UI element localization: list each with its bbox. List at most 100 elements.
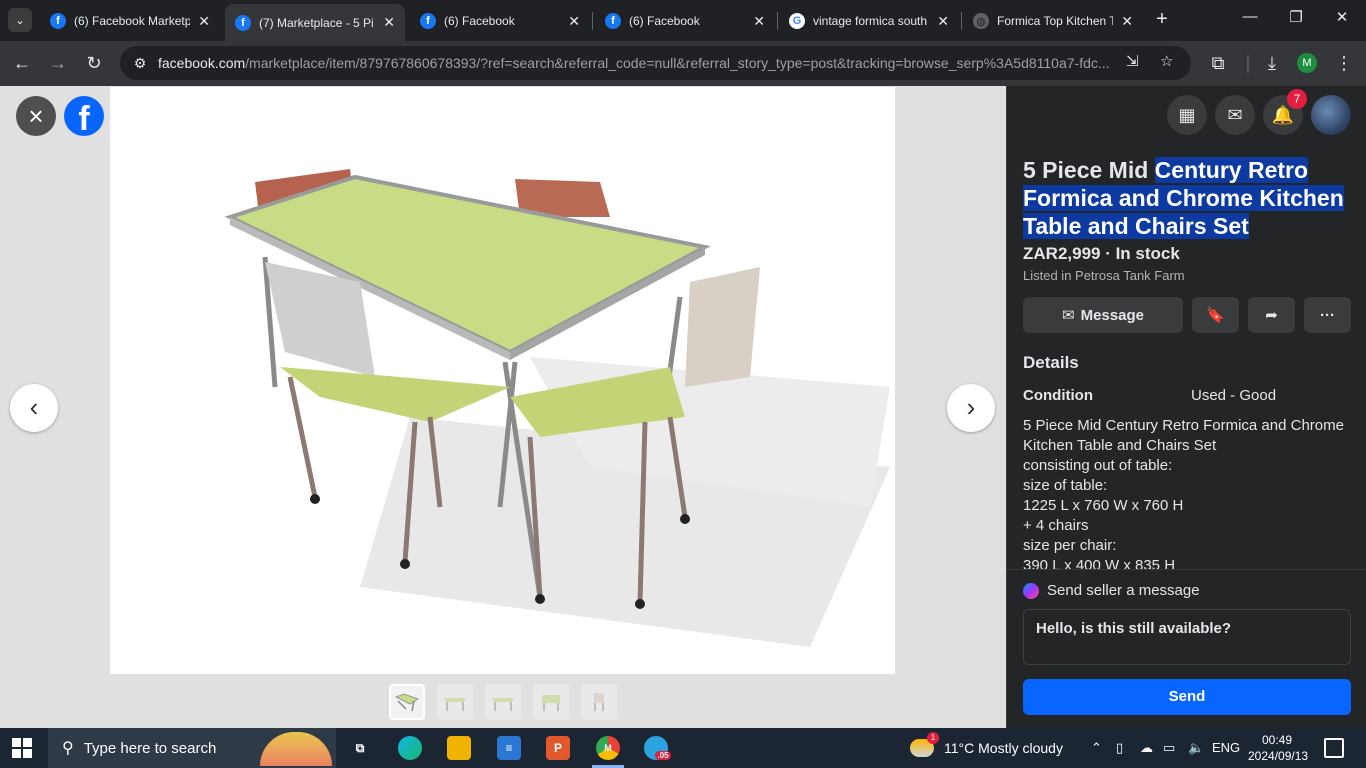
bookmark-icon: 🔖 (1206, 307, 1225, 324)
system-clock[interactable]: 00:49 2024/09/13 (1248, 732, 1308, 764)
chrome-menu-icon[interactable]: ⋮ (1332, 51, 1356, 75)
task-view-icon[interactable]: ⧉ (348, 736, 372, 760)
tab-label: (6) Facebook (629, 14, 700, 28)
telegram-icon[interactable]: .05 (644, 736, 671, 760)
facebook-icon: f (420, 13, 436, 29)
photo-thumbnail[interactable] (389, 684, 425, 720)
address-bar[interactable]: ⚙ facebook.com/marketplace/item/87976786… (120, 46, 1191, 80)
share-button[interactable]: ➦ (1248, 297, 1295, 333)
taskbar-search-placeholder: Type here to search (83, 739, 217, 757)
clock-time: 00:49 (1261, 733, 1293, 747)
install-app-icon[interactable]: ⇲ (1126, 52, 1139, 70)
photo-thumbnail[interactable] (437, 684, 473, 720)
telegram-badge: .05 (655, 750, 671, 760)
close-tab-icon[interactable]: ✕ (383, 14, 395, 31)
reload-icon[interactable]: ↻ (82, 51, 106, 75)
chrome-taskbar-icon[interactable]: M (592, 736, 624, 768)
browser-tab[interactable]: f (6) Facebook ✕ (595, 6, 775, 36)
facebook-icon: f (50, 13, 66, 29)
facebook-header-actions: ▦ ✉ 🔔 7 (1007, 86, 1366, 144)
messenger-icon[interactable]: ✉ (1215, 95, 1255, 135)
tab-separator (592, 12, 593, 30)
extensions-icon[interactable]: ⧉ (1206, 51, 1230, 75)
close-tab-icon[interactable]: ✕ (937, 13, 949, 30)
listing-photo (110, 87, 895, 674)
toolbar-divider: | (1245, 53, 1251, 73)
taskbar-search-box[interactable]: ⚲ Type here to search (48, 728, 336, 768)
tab-separator (961, 12, 962, 30)
browser-tab-active[interactable]: f (7) Marketplace - 5 Pi ✕ (225, 4, 405, 41)
browser-toolbar: ← → ↻ ⚙ facebook.com/marketplace/item/87… (0, 41, 1366, 86)
send-button[interactable]: Send (1023, 679, 1351, 715)
condition-label: Condition (1023, 387, 1093, 404)
menu-grid-icon[interactable]: ▦ (1167, 95, 1207, 135)
listing-location[interactable]: Listed in Petrosa Tank Farm (1023, 268, 1351, 283)
listing-description: 5 Piece Mid Century Retro Formica and Ch… (1023, 417, 1344, 569)
listing-title-plain: 5 Piece Mid (1023, 157, 1155, 183)
forward-icon[interactable]: → (46, 51, 70, 75)
word-pad-icon[interactable]: ≡ (497, 736, 521, 760)
browser-tab-strip: ⌄ f (6) Facebook Marketp ✕ f (7) Marketp… (0, 0, 1366, 41)
messenger-icon: ✉ (1062, 307, 1075, 324)
listing-title: 5 Piece Mid Century Retro Formica and Ch… (1023, 156, 1351, 240)
speaker-icon[interactable]: 🔈 (1188, 740, 1204, 756)
device-icon[interactable]: ▯ (1116, 740, 1123, 756)
facebook-icon: f (235, 14, 251, 31)
notification-center-icon[interactable] (1324, 738, 1344, 758)
account-avatar[interactable] (1311, 95, 1351, 135)
listing-info-panel: ▦ ✉ 🔔 7 5 Piece Mid Century Retro Formic… (1006, 86, 1366, 728)
language-indicator[interactable]: ENG (1212, 740, 1240, 755)
browser-tab[interactable]: f (6) Facebook ✕ (410, 6, 590, 36)
send-message-heading: Send seller a message (1047, 582, 1200, 599)
browser-tab[interactable]: ◍ Formica Top Kitchen T ✕ (963, 6, 1143, 36)
browser-tab[interactable]: G vintage formica south ✕ (779, 6, 959, 36)
windows-start-icon[interactable] (12, 738, 32, 758)
tab-separator (777, 12, 778, 30)
save-bookmark-button[interactable]: 🔖 (1192, 297, 1239, 333)
back-icon[interactable]: ← (10, 51, 34, 75)
file-explorer-icon[interactable] (447, 736, 471, 760)
weather-widget[interactable]: 1 11°C Mostly cloudy (910, 728, 1063, 768)
restore-icon[interactable]: ❐ (1286, 8, 1306, 26)
listing-details-scroll[interactable]: 5 Piece Mid Century Retro Formica and Ch… (1007, 144, 1366, 569)
photo-thumbnail[interactable] (533, 684, 569, 720)
tab-label: vintage formica south (813, 14, 928, 28)
windows-taskbar: ⚲ Type here to search ⧉ ≡ P M .05 1 11°C… (0, 728, 1366, 768)
bookmark-star-icon[interactable]: ☆ (1160, 52, 1173, 70)
previous-photo-arrow-icon[interactable]: ‹ (10, 384, 58, 432)
site-info-icon[interactable]: ⚙ (128, 55, 152, 72)
photo-thumbnail-strip (389, 684, 617, 720)
close-window-icon[interactable]: ✕ (1332, 8, 1352, 26)
facebook-icon: f (605, 13, 621, 29)
minimize-icon[interactable]: — (1240, 8, 1260, 25)
close-tab-icon[interactable]: ✕ (198, 13, 210, 30)
close-tab-icon[interactable]: ✕ (753, 13, 765, 30)
close-viewer-icon[interactable]: × (16, 96, 56, 136)
more-options-button[interactable]: ··· (1304, 297, 1351, 333)
close-tab-icon[interactable]: ✕ (568, 13, 580, 30)
message-button[interactable]: ✉ Message (1023, 297, 1183, 333)
powerpoint-icon[interactable]: P (546, 736, 570, 760)
search-icon: ⚲ (62, 740, 74, 757)
new-tab-icon[interactable]: + (1152, 9, 1172, 29)
message-input[interactable]: Hello, is this still available? (1023, 609, 1351, 665)
photo-thumbnail[interactable] (581, 684, 617, 720)
browser-tab[interactable]: f (6) Facebook Marketp ✕ (40, 6, 220, 36)
display-icon[interactable]: ▭ (1163, 740, 1175, 756)
edge-browser-icon[interactable] (398, 736, 422, 760)
condition-value: Used - Good (1191, 387, 1277, 404)
search-highlight-illustration (260, 732, 332, 766)
onedrive-cloud-icon[interactable]: ☁ (1140, 740, 1153, 756)
close-tab-icon[interactable]: ✕ (1121, 13, 1133, 30)
facebook-logo-icon[interactable]: f (64, 96, 104, 138)
next-photo-arrow-icon[interactable]: › (947, 384, 995, 432)
photo-thumbnail[interactable] (485, 684, 521, 720)
downloads-icon[interactable]: ⤓ (1260, 51, 1284, 75)
url-path: /marketplace/item/879767860678393/?ref=s… (245, 55, 1110, 71)
details-heading: Details (1023, 353, 1079, 372)
profile-avatar[interactable]: M (1297, 53, 1317, 73)
show-hidden-icons-chevron-icon[interactable]: ⌃ (1091, 740, 1102, 756)
url-text[interactable]: facebook.com/marketplace/item/8797678606… (158, 55, 1118, 71)
listing-actions: ✉ Message 🔖 ➦ ··· (1023, 297, 1351, 333)
tab-search-chevron-icon[interactable]: ⌄ (8, 8, 32, 32)
